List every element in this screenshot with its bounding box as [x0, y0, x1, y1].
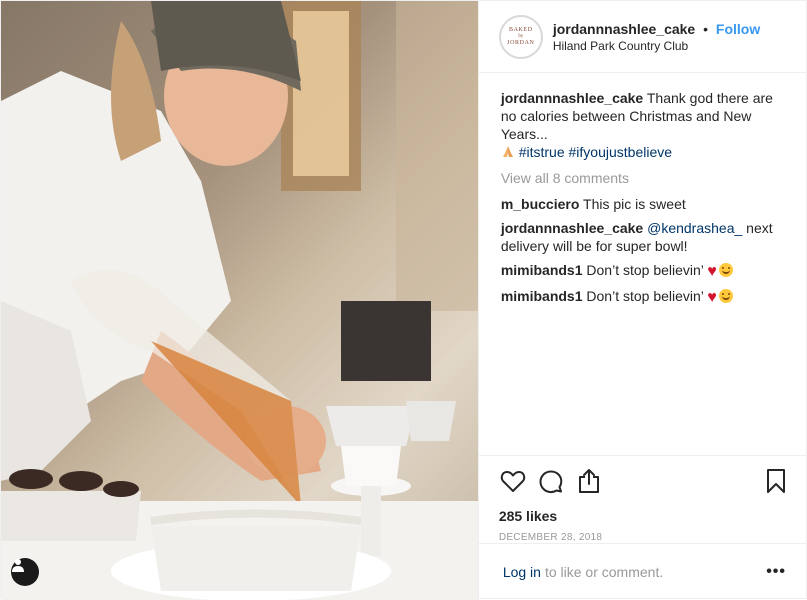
caption-username-link[interactable]: jordannnashlee_cake: [501, 90, 643, 106]
tagged-user-icon[interactable]: [11, 558, 39, 586]
actions-area: 285 likes DECEMBER 28, 2018: [478, 455, 806, 543]
red-heart-icon: ♥: [707, 263, 717, 280]
comment-text: Don’t stop believin’: [586, 262, 704, 278]
comment-item: mimibands1 Don’t stop believin’ ♥: [501, 287, 784, 307]
post-photo[interactable]: [1, 1, 478, 600]
login-link[interactable]: Log in: [503, 564, 541, 580]
post-date: DECEMBER 28, 2018: [498, 532, 603, 543]
comment-item: jordannnashlee_cake @kendrashea_ next de…: [501, 219, 784, 255]
comment-text: This pic is sweet: [583, 196, 686, 212]
bookmark-icon[interactable]: [762, 467, 790, 495]
instagram-post: BAKED by JORDAN jordannnashlee_cake • Fo…: [0, 0, 807, 600]
comment-username-link[interactable]: mimibands1: [501, 288, 583, 304]
praying-hands-icon: [501, 145, 515, 159]
comment-item: mimibands1 Don’t stop believin’ ♥: [501, 261, 784, 281]
action-bar: [499, 458, 790, 504]
smiling-face-icon: [718, 289, 733, 303]
smiling-face-icon: [718, 263, 733, 277]
avatar-text-3: JORDAN: [507, 39, 535, 46]
comment-username-link[interactable]: jordannnashlee_cake: [501, 220, 643, 236]
more-options-button[interactable]: •••: [766, 563, 786, 581]
view-all-comments-link[interactable]: View all 8 comments: [501, 169, 784, 187]
header-line: jordannnashlee_cake • Follow: [553, 20, 760, 38]
post-header: BAKED by JORDAN jordannnashlee_cake • Fo…: [478, 1, 806, 73]
heart-icon[interactable]: [499, 467, 527, 495]
photo-illustration: [1, 1, 478, 600]
person-icon: [12, 559, 24, 572]
comment-icon[interactable]: [537, 467, 565, 495]
red-heart-icon: ♥: [707, 289, 717, 306]
follow-button[interactable]: Follow: [716, 21, 760, 37]
location-link[interactable]: Hiland Park Country Club: [553, 38, 760, 54]
comment-username-link[interactable]: m_bucciero: [501, 196, 580, 212]
login-bar: Log in to like or comment. •••: [478, 543, 806, 600]
hashtag-link[interactable]: #ifyoujustbelieve: [569, 144, 673, 160]
likes-count[interactable]: 285 likes: [499, 508, 790, 524]
comment-username-link[interactable]: mimibands1: [501, 262, 583, 278]
login-prompt-text: to like or comment.: [544, 564, 664, 580]
header-separator: •: [703, 20, 709, 37]
mention-link[interactable]: @kendrashea_: [647, 220, 742, 236]
avatar-text-1: BAKED: [508, 26, 533, 33]
caption: jordannnashlee_cake Thank god there are …: [501, 89, 784, 161]
post-side-panel: BAKED by JORDAN jordannnashlee_cake • Fo…: [477, 1, 806, 600]
comment-item: m_bucciero This pic is sweet: [501, 195, 784, 213]
hashtag-link[interactable]: #itstrue: [519, 144, 565, 160]
share-icon[interactable]: [575, 467, 603, 495]
comments-section: jordannnashlee_cake Thank god there are …: [479, 73, 806, 307]
header-text: jordannnashlee_cake • Follow Hiland Park…: [553, 20, 760, 54]
header-username-link[interactable]: jordannnashlee_cake: [553, 21, 695, 37]
comment-text: Don’t stop believin’: [586, 288, 704, 304]
avatar[interactable]: BAKED by JORDAN: [498, 14, 543, 59]
